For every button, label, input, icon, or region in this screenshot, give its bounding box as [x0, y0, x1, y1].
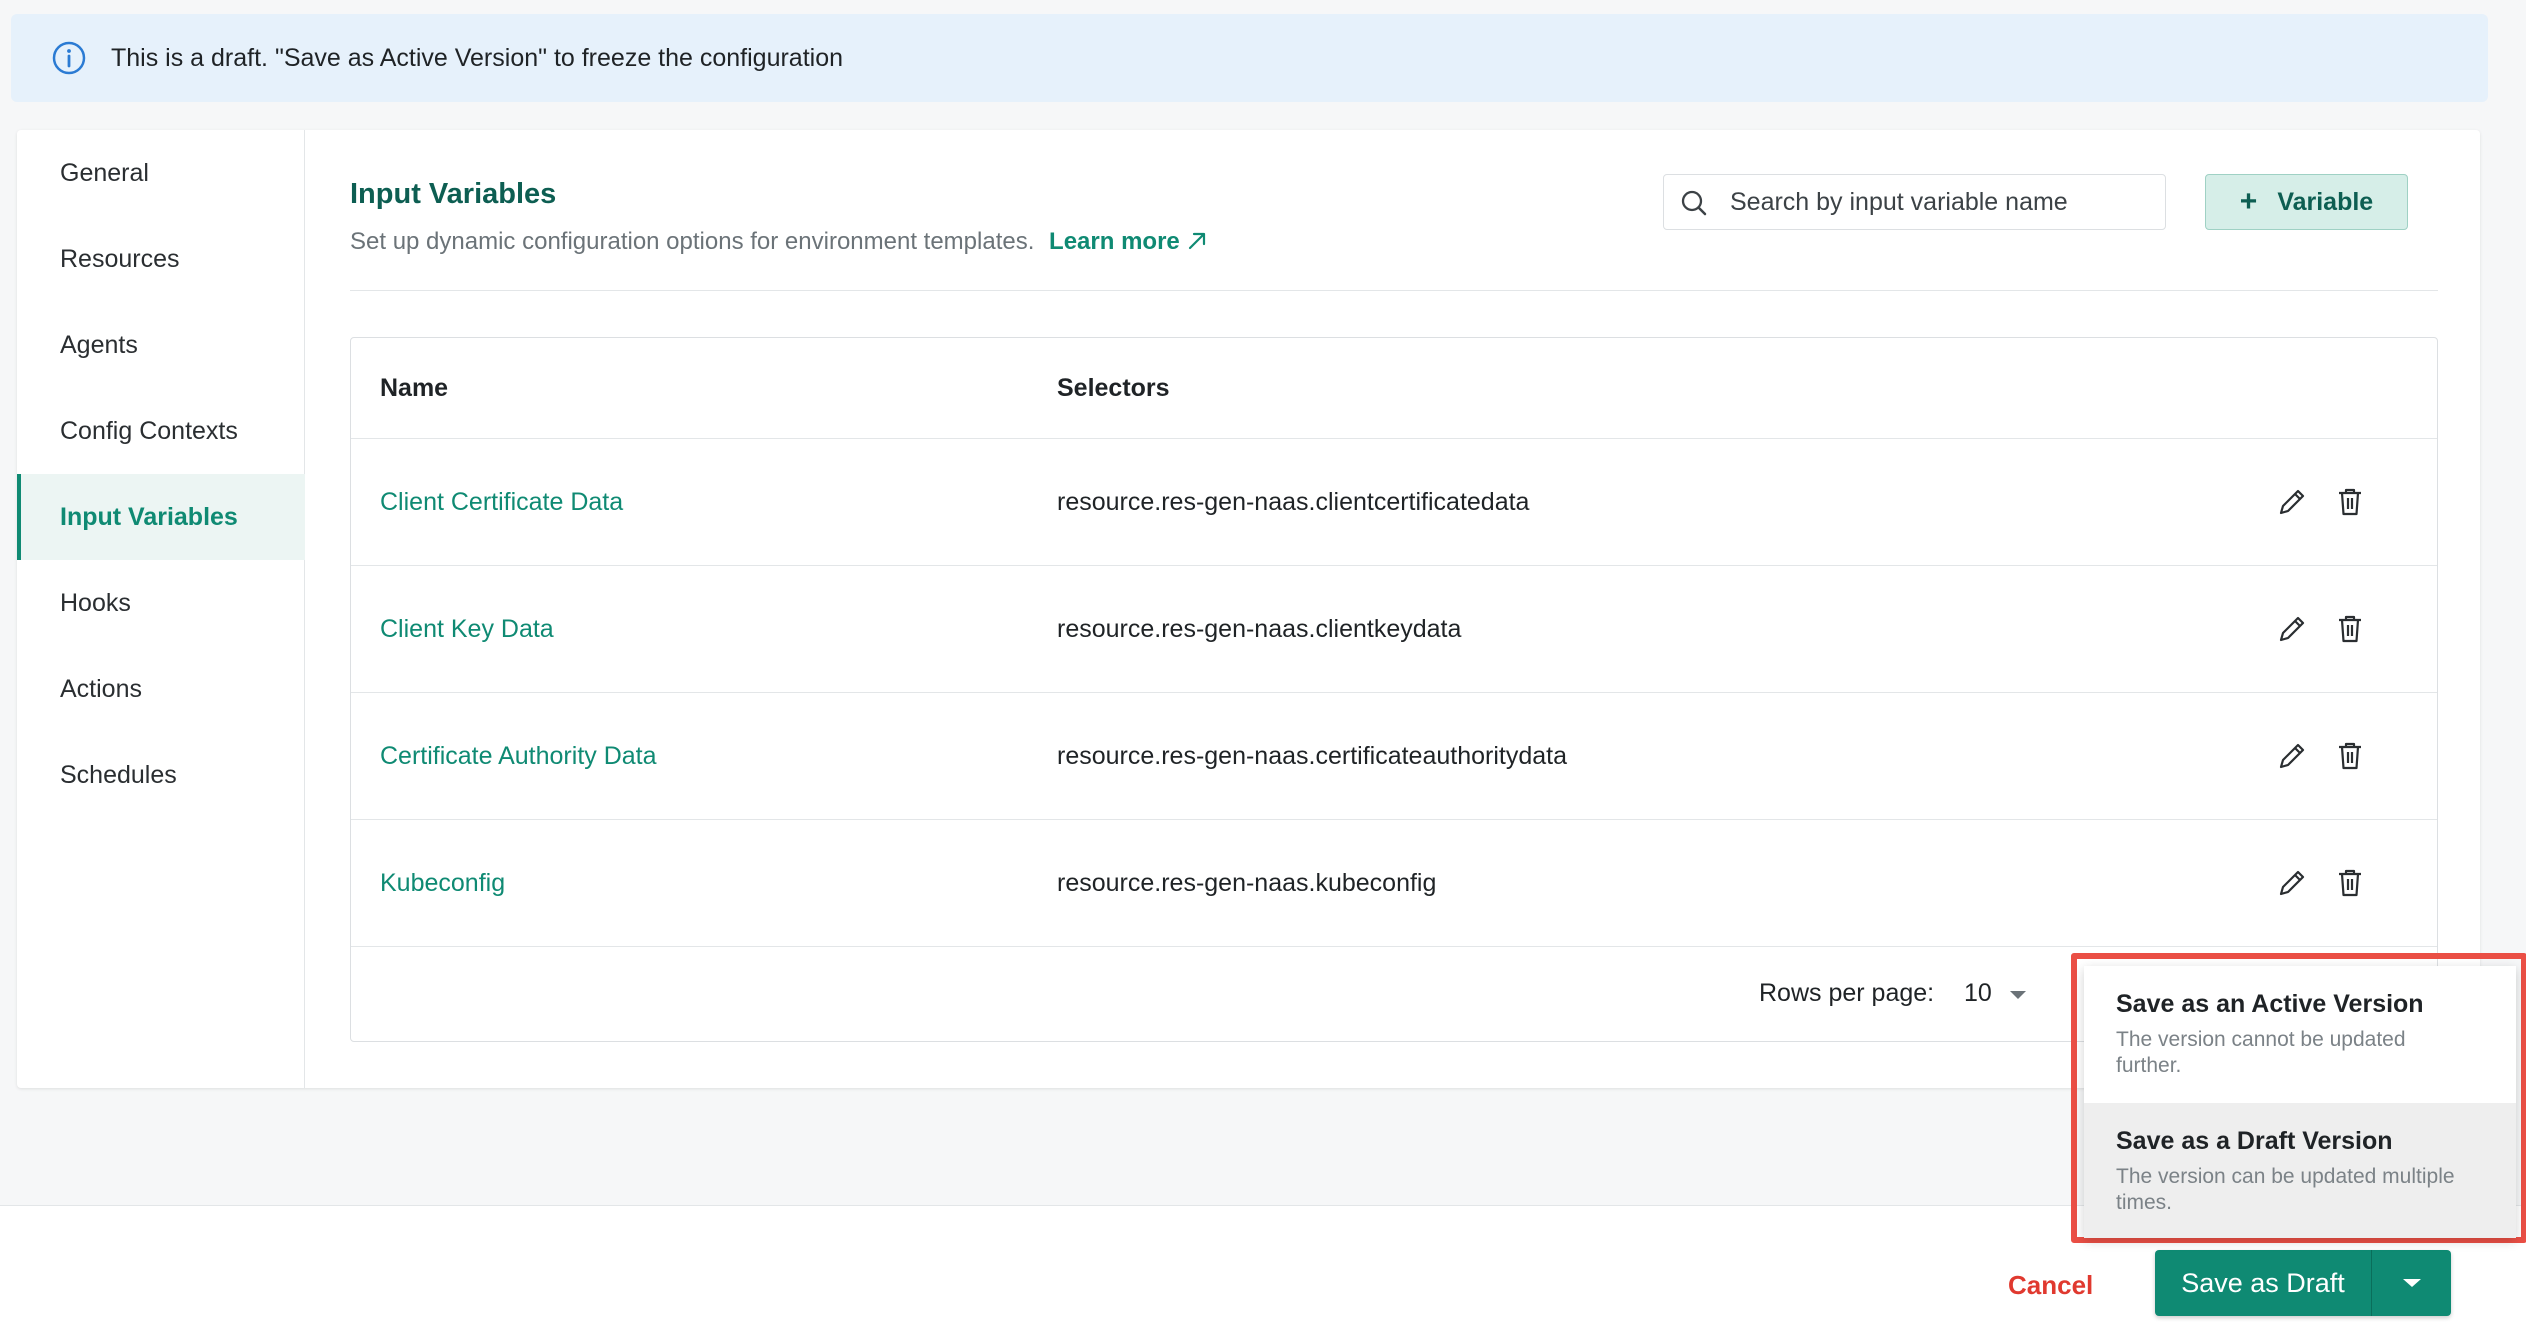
cancel-button[interactable]: Cancel — [2008, 1270, 2093, 1301]
save-options-toggle[interactable] — [2372, 1250, 2451, 1316]
input-variables-panel: Input Variables Set up dynamic configura… — [305, 130, 2480, 1088]
pencil-icon[interactable] — [2274, 611, 2310, 647]
page-title: Input Variables — [350, 178, 557, 210]
variable-name-link[interactable]: Kubeconfig — [380, 820, 505, 947]
sidebar: General Resources Agents Config Contexts… — [17, 130, 305, 1088]
sidebar-item-agents[interactable]: Agents — [17, 302, 305, 388]
sidebar-item-input-variables[interactable]: Input Variables — [17, 474, 305, 560]
learn-more-label: Learn more — [1049, 228, 1180, 255]
column-header-selectors: Selectors — [1057, 374, 1170, 402]
table-header: Name Selectors — [351, 338, 2437, 439]
trash-icon[interactable] — [2332, 738, 2368, 774]
trash-icon[interactable] — [2332, 484, 2368, 520]
variable-name-link[interactable]: Certificate Authority Data — [380, 693, 657, 820]
trash-icon[interactable] — [2332, 865, 2368, 901]
pencil-icon[interactable] — [2274, 865, 2310, 901]
learn-more-link[interactable]: Learn more — [1049, 228, 1208, 255]
column-header-name: Name — [380, 374, 449, 402]
caret-down-icon — [2402, 1279, 2421, 1287]
pencil-icon[interactable] — [2274, 738, 2310, 774]
sidebar-item-config-contexts[interactable]: Config Contexts — [17, 388, 305, 474]
variable-name-link[interactable]: Client Key Data — [380, 566, 554, 693]
trash-icon[interactable] — [2332, 611, 2368, 647]
info-icon — [52, 41, 86, 75]
variable-selector: resource.res-gen-naas.certificateauthori… — [1057, 742, 1567, 770]
table-row: Client Key Data resource.res-gen-naas.cl… — [351, 566, 2437, 693]
variable-selector: resource.res-gen-naas.clientcertificated… — [1057, 488, 1530, 516]
menu-item-description: The version cannot be updated further. — [2116, 1028, 2406, 1077]
menu-item-description: The version can be updated multiple time… — [2116, 1165, 2455, 1214]
save-as-draft-button[interactable]: Save as Draft — [2155, 1250, 2371, 1316]
settings-card: General Resources Agents Config Contexts… — [17, 130, 2480, 1088]
header-divider — [350, 290, 2438, 291]
menu-item-save-draft[interactable]: Save as a Draft Version The version can … — [2084, 1103, 2516, 1238]
input-variables-table: Name Selectors Client Certificate Data r… — [350, 337, 2438, 1042]
external-link-icon — [1188, 232, 1205, 250]
add-variable-label: Variable — [2277, 187, 2374, 216]
save-options-menu: Save as an Active Version The version ca… — [2084, 966, 2516, 1238]
menu-item-title: Save as a Draft Version — [2116, 1127, 2393, 1155]
search-input[interactable] — [1730, 183, 2150, 221]
add-variable-button[interactable]: + Variable — [2205, 174, 2408, 230]
draft-info-banner: This is a draft. "Save as Active Version… — [11, 14, 2488, 102]
sidebar-item-general[interactable]: General — [17, 130, 305, 216]
sidebar-item-actions[interactable]: Actions — [17, 646, 305, 732]
table-row: Kubeconfig resource.res-gen-naas.kubecon… — [351, 820, 2437, 947]
rows-per-page-label: Rows per page: — [1759, 979, 1935, 1007]
pencil-icon[interactable] — [2274, 484, 2310, 520]
table-row: Client Certificate Data resource.res-gen… — [351, 439, 2437, 566]
search-box — [1663, 174, 2166, 230]
menu-item-title: Save as an Active Version — [2116, 990, 2424, 1018]
sidebar-item-resources[interactable]: Resources — [17, 216, 305, 302]
rows-per-page-select[interactable]: 10 — [1964, 979, 1992, 1008]
sidebar-item-hooks[interactable]: Hooks — [17, 560, 305, 646]
page-subtitle: Set up dynamic configuration options for… — [350, 228, 1208, 256]
menu-item-save-active[interactable]: Save as an Active Version The version ca… — [2084, 966, 2516, 1103]
caret-down-icon[interactable] — [2008, 989, 2028, 1001]
variable-name-link[interactable]: Client Certificate Data — [380, 439, 623, 566]
table-row: Certificate Authority Data resource.res-… — [351, 693, 2437, 820]
save-split-button: Save as Draft — [2155, 1250, 2451, 1316]
search-icon — [1681, 190, 1707, 216]
sidebar-item-schedules[interactable]: Schedules — [17, 732, 305, 818]
subtitle-text: Set up dynamic configuration options for… — [350, 228, 1035, 255]
variable-selector: resource.res-gen-naas.clientkeydata — [1057, 615, 1462, 643]
plus-icon: + — [2239, 185, 2258, 218]
banner-text: This is a draft. "Save as Active Version… — [111, 43, 844, 72]
variable-selector: resource.res-gen-naas.kubeconfig — [1057, 869, 1437, 897]
